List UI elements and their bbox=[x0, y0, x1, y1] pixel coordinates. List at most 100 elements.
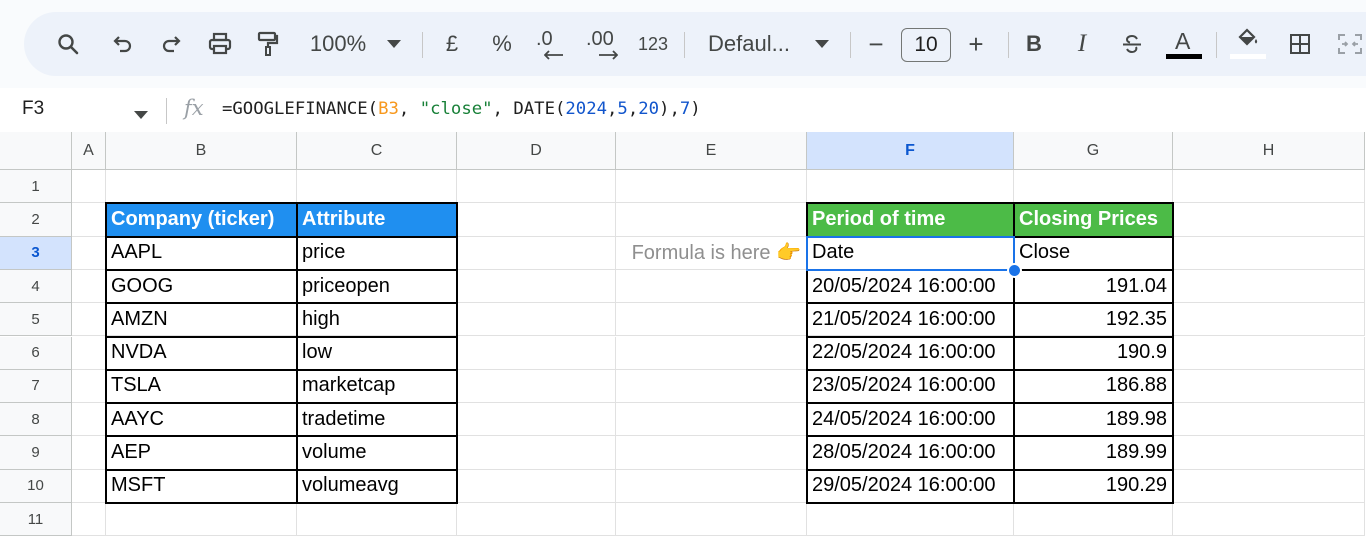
more-formats-button[interactable]: 123 bbox=[636, 12, 670, 76]
row-header-11[interactable]: 11 bbox=[0, 503, 72, 537]
cell[interactable] bbox=[72, 403, 106, 437]
cell-g5[interactable]: 192.35 bbox=[1014, 303, 1173, 337]
strikethrough-button[interactable] bbox=[1118, 12, 1146, 76]
row-header-7[interactable]: 7 bbox=[0, 369, 72, 404]
row-header-1[interactable]: 1 bbox=[0, 170, 72, 204]
cell[interactable] bbox=[1173, 503, 1365, 537]
cell[interactable] bbox=[457, 403, 616, 437]
cell-b2[interactable]: Company (ticker) bbox=[106, 203, 297, 237]
cell[interactable] bbox=[72, 336, 106, 370]
cell[interactable] bbox=[297, 503, 457, 537]
column-header-g[interactable]: G bbox=[1014, 132, 1173, 170]
cell-f4[interactable]: 20/05/2024 16:00:00 bbox=[807, 269, 1014, 304]
cell-c6[interactable]: low bbox=[297, 336, 457, 370]
cell-g7[interactable]: 186.88 bbox=[1014, 369, 1173, 404]
cell-f3[interactable]: Date bbox=[807, 236, 1014, 270]
borders-button[interactable] bbox=[1286, 12, 1314, 76]
cell[interactable] bbox=[72, 436, 106, 470]
currency-format-button[interactable]: £ bbox=[440, 12, 464, 76]
cell[interactable] bbox=[1173, 303, 1365, 337]
cell-c5[interactable]: high bbox=[297, 303, 457, 337]
cell[interactable] bbox=[72, 236, 106, 270]
cell[interactable] bbox=[297, 170, 457, 204]
redo-button[interactable] bbox=[158, 12, 186, 76]
font-select[interactable]: Defaul... bbox=[708, 12, 798, 76]
cell-g2[interactable]: Closing Prices bbox=[1014, 203, 1173, 237]
row-header-10[interactable]: 10 bbox=[0, 469, 72, 503]
increase-font-size-button[interactable]: + bbox=[964, 12, 988, 76]
cell[interactable] bbox=[1173, 469, 1365, 503]
cell-g9[interactable]: 189.99 bbox=[1014, 436, 1173, 470]
column-header-a[interactable]: A bbox=[72, 132, 106, 170]
cell-e3[interactable]: Formula is here 👉 bbox=[616, 236, 807, 270]
row-header-2[interactable]: 2 bbox=[0, 203, 72, 237]
cell[interactable] bbox=[106, 170, 297, 204]
decrease-decimal-button[interactable]: .0 bbox=[534, 12, 568, 76]
cell-c8[interactable]: tradetime bbox=[297, 403, 457, 437]
cell-b3[interactable]: AAPL bbox=[106, 236, 297, 270]
cell-b6[interactable]: NVDA bbox=[106, 336, 297, 370]
cell[interactable] bbox=[616, 336, 807, 370]
cell[interactable] bbox=[457, 170, 616, 204]
cell-f10[interactable]: 29/05/2024 16:00:00 bbox=[807, 469, 1014, 503]
cell-b7[interactable]: TSLA bbox=[106, 369, 297, 404]
cell[interactable] bbox=[807, 503, 1014, 537]
cell[interactable] bbox=[72, 503, 106, 537]
increase-decimal-button[interactable]: .00 bbox=[584, 12, 622, 76]
cell[interactable] bbox=[457, 503, 616, 537]
print-button[interactable] bbox=[206, 12, 234, 76]
cell[interactable] bbox=[1173, 369, 1365, 404]
cell[interactable] bbox=[457, 303, 616, 337]
cell-c9[interactable]: volume bbox=[297, 436, 457, 470]
cell-g3[interactable]: Close bbox=[1014, 236, 1173, 270]
italic-button[interactable]: I bbox=[1070, 12, 1094, 76]
cell[interactable] bbox=[1173, 269, 1365, 304]
bold-button[interactable]: B bbox=[1022, 12, 1046, 76]
cell[interactable] bbox=[1173, 170, 1365, 204]
formula-input[interactable]: =GOOGLEFINANCE(B3, "close", DATE(2024,5,… bbox=[222, 99, 701, 119]
select-all-corner[interactable] bbox=[0, 132, 72, 170]
cell[interactable] bbox=[72, 303, 106, 337]
cell[interactable] bbox=[72, 369, 106, 404]
row-header-6[interactable]: 6 bbox=[0, 336, 72, 370]
cell[interactable] bbox=[457, 369, 616, 404]
cell-b8[interactable]: AAYC bbox=[106, 403, 297, 437]
fill-color-button[interactable] bbox=[1228, 12, 1266, 76]
cell[interactable] bbox=[616, 269, 807, 304]
cell[interactable] bbox=[1173, 236, 1365, 270]
cell[interactable] bbox=[72, 469, 106, 503]
cell[interactable] bbox=[457, 336, 616, 370]
cell-c2[interactable]: Attribute bbox=[297, 203, 457, 237]
column-header-f[interactable]: F bbox=[807, 132, 1014, 170]
cell[interactable] bbox=[72, 170, 106, 204]
cell[interactable] bbox=[457, 236, 616, 270]
cell-f8[interactable]: 24/05/2024 16:00:00 bbox=[807, 403, 1014, 437]
column-header-h[interactable]: H bbox=[1173, 132, 1365, 170]
name-box-dropdown[interactable] bbox=[134, 106, 148, 124]
paint-format-button[interactable] bbox=[254, 12, 282, 76]
zoom-dropdown-button[interactable] bbox=[384, 12, 404, 76]
cell[interactable] bbox=[457, 203, 616, 237]
cell[interactable] bbox=[1173, 336, 1365, 370]
undo-button[interactable] bbox=[108, 12, 136, 76]
cell-b10[interactable]: MSFT bbox=[106, 469, 297, 503]
cell-c10[interactable]: volumeavg bbox=[297, 469, 457, 503]
cell-g4[interactable]: 191.04 bbox=[1014, 269, 1173, 304]
cell-b5[interactable]: AMZN bbox=[106, 303, 297, 337]
merge-cells-button[interactable] bbox=[1336, 12, 1364, 76]
cell-b9[interactable]: AEP bbox=[106, 436, 297, 470]
cell[interactable] bbox=[616, 369, 807, 404]
cell-f6[interactable]: 22/05/2024 16:00:00 bbox=[807, 336, 1014, 370]
row-header-5[interactable]: 5 bbox=[0, 303, 72, 337]
cell[interactable] bbox=[616, 170, 807, 204]
zoom-select[interactable]: 100% bbox=[308, 12, 368, 76]
text-color-button[interactable]: A bbox=[1164, 12, 1204, 76]
cell-f9[interactable]: 28/05/2024 16:00:00 bbox=[807, 436, 1014, 470]
cell[interactable] bbox=[616, 203, 807, 237]
cell[interactable] bbox=[457, 436, 616, 470]
cell-f7[interactable]: 23/05/2024 16:00:00 bbox=[807, 369, 1014, 404]
row-header-3[interactable]: 3 bbox=[0, 236, 72, 270]
column-header-e[interactable]: E bbox=[616, 132, 807, 170]
row-header-4[interactable]: 4 bbox=[0, 269, 72, 304]
cell[interactable] bbox=[457, 269, 616, 304]
